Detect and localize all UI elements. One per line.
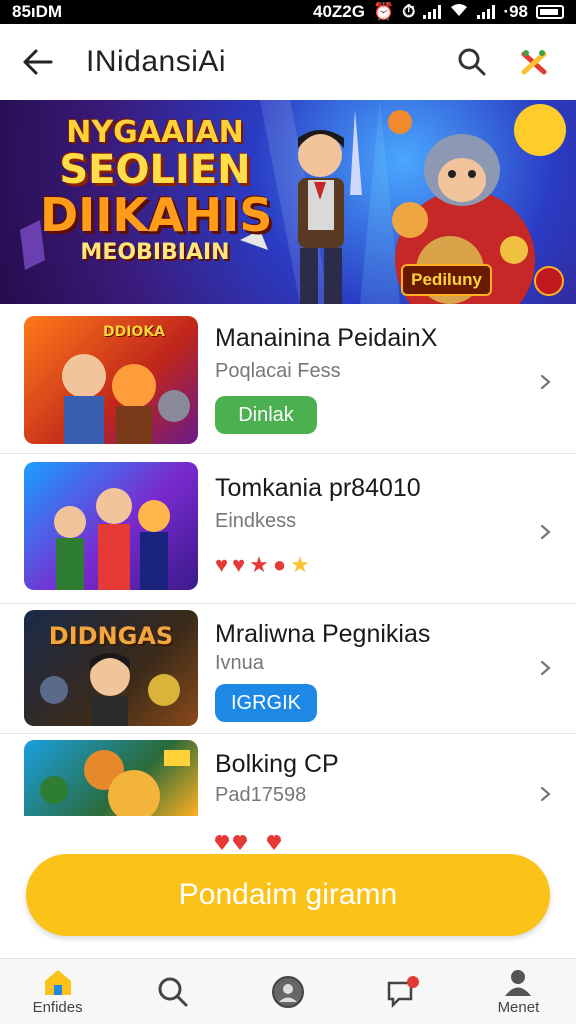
status-icons: 40Z2G ⏰ ⏱ ·98 [313,2,564,23]
game-title: Mraliwna Pegnikias [215,620,431,648]
list-item[interactable]: DIDNGAS Mraliwna Pegnikias Ivnua IGRGIK [0,604,576,734]
game-title: Tomkania pr84010 [215,474,421,502]
carrier-label: 40Z2G [313,2,365,21]
banner-line-4: MEOBIBIAIN [80,240,230,265]
banner-badge: Pediluny [401,264,492,296]
chevron-right-icon [540,660,551,676]
alarm-icon: ⏰ [372,2,395,21]
gamepad-button[interactable] [512,40,556,84]
home-icon [44,970,71,995]
search-icon [458,48,486,76]
gamepad-icon [521,50,547,75]
banner-line-3: DIIKAHIS [40,188,273,242]
cta-zone: Pondaim giramn [0,816,576,958]
banner-headline: NYGAAIAN SEOLIEN DIIKAHIS MEOBIBIAIN [40,115,273,265]
game-action-button[interactable]: IGRGIK [215,684,317,722]
page-title: INidansiAi [86,45,227,78]
game-title: Manainina PeidainX [215,324,438,352]
nav-item-search[interactable] [115,959,230,1024]
battery-text: ·98 [503,2,528,21]
chat-icon [387,975,420,1008]
thumbnail-label: DDIOKA [102,324,166,340]
game-subtitle: Pad17598 [215,784,307,806]
user-icon [505,970,532,996]
game-thumbnail [24,462,198,590]
wifi-icon [449,2,469,23]
status-time: 85ıDM [12,2,63,21]
primary-cta-button[interactable]: Pondaim giramn [26,854,550,936]
rating-star-icon: ★ [249,552,269,577]
game-subtitle: Eindkess [215,510,297,532]
rating-heart-icon: ♥ [215,552,229,577]
rating-dot-icon: ● [272,552,287,577]
game-subtitle: Ivnua [215,652,264,674]
nav-item-home[interactable]: Enfides [0,959,115,1024]
game-subtitle: Poqlacai Fess [215,360,341,382]
timer-icon: ⏱ [402,2,416,21]
battery-icon [536,5,564,19]
nav-item-profile[interactable] [230,959,345,1024]
profile-circle-icon [272,975,304,1008]
status-bar: 85ıDM 40Z2G ⏰ ⏱ ·98 [0,0,576,24]
banner-line-2: SEOLIEN [59,147,251,193]
banner-logo [534,266,564,296]
search-button[interactable] [450,40,494,84]
hearts-decoration-icon [215,835,281,850]
chevron-right-icon [540,524,551,540]
back-arrow-icon[interactable] [20,44,56,80]
list-item[interactable]: Bolking CP Pad17598 [0,734,576,816]
rating: ♥ ♥ ★ ● ★ [215,552,310,578]
game-title: Bolking CP [215,750,339,778]
app-bar: INidansiAi [0,24,576,100]
signal-2-icon [477,5,496,19]
nav-item-chat[interactable] [346,959,461,1024]
chevron-right-icon [540,786,551,802]
search-icon [158,977,188,1006]
bottom-nav: Enfides Menet [0,958,576,1024]
banner-line-1: NYGAAIAN [66,115,244,150]
hero-banner[interactable]: NYGAAIAN SEOLIEN DIIKAHIS MEOBIBIAIN Ped… [0,100,576,304]
signal-icon [423,5,442,19]
game-thumbnail: DDIOKA [24,316,198,444]
game-thumbnail: DIDNGAS [24,610,198,726]
game-list: DDIOKA Manainina PeidainX Poqlacai Fess … [0,304,576,816]
game-action-button[interactable]: Dinlak [215,396,317,434]
rating-star-icon: ★ [290,552,310,577]
nav-item-user[interactable]: Menet [461,959,576,1024]
rating-heart-icon: ♥ [232,552,246,577]
list-item[interactable]: DDIOKA Manainina PeidainX Poqlacai Fess … [0,304,576,454]
nav-label: Enfides [32,999,83,1016]
game-thumbnail [24,740,198,816]
chevron-right-icon [540,374,551,390]
list-item[interactable]: Tomkania pr84010 Eindkess ♥ ♥ ★ ● ★ [0,454,576,604]
thumbnail-label: DIDNGAS [48,622,174,650]
nav-label: Menet [497,999,540,1016]
